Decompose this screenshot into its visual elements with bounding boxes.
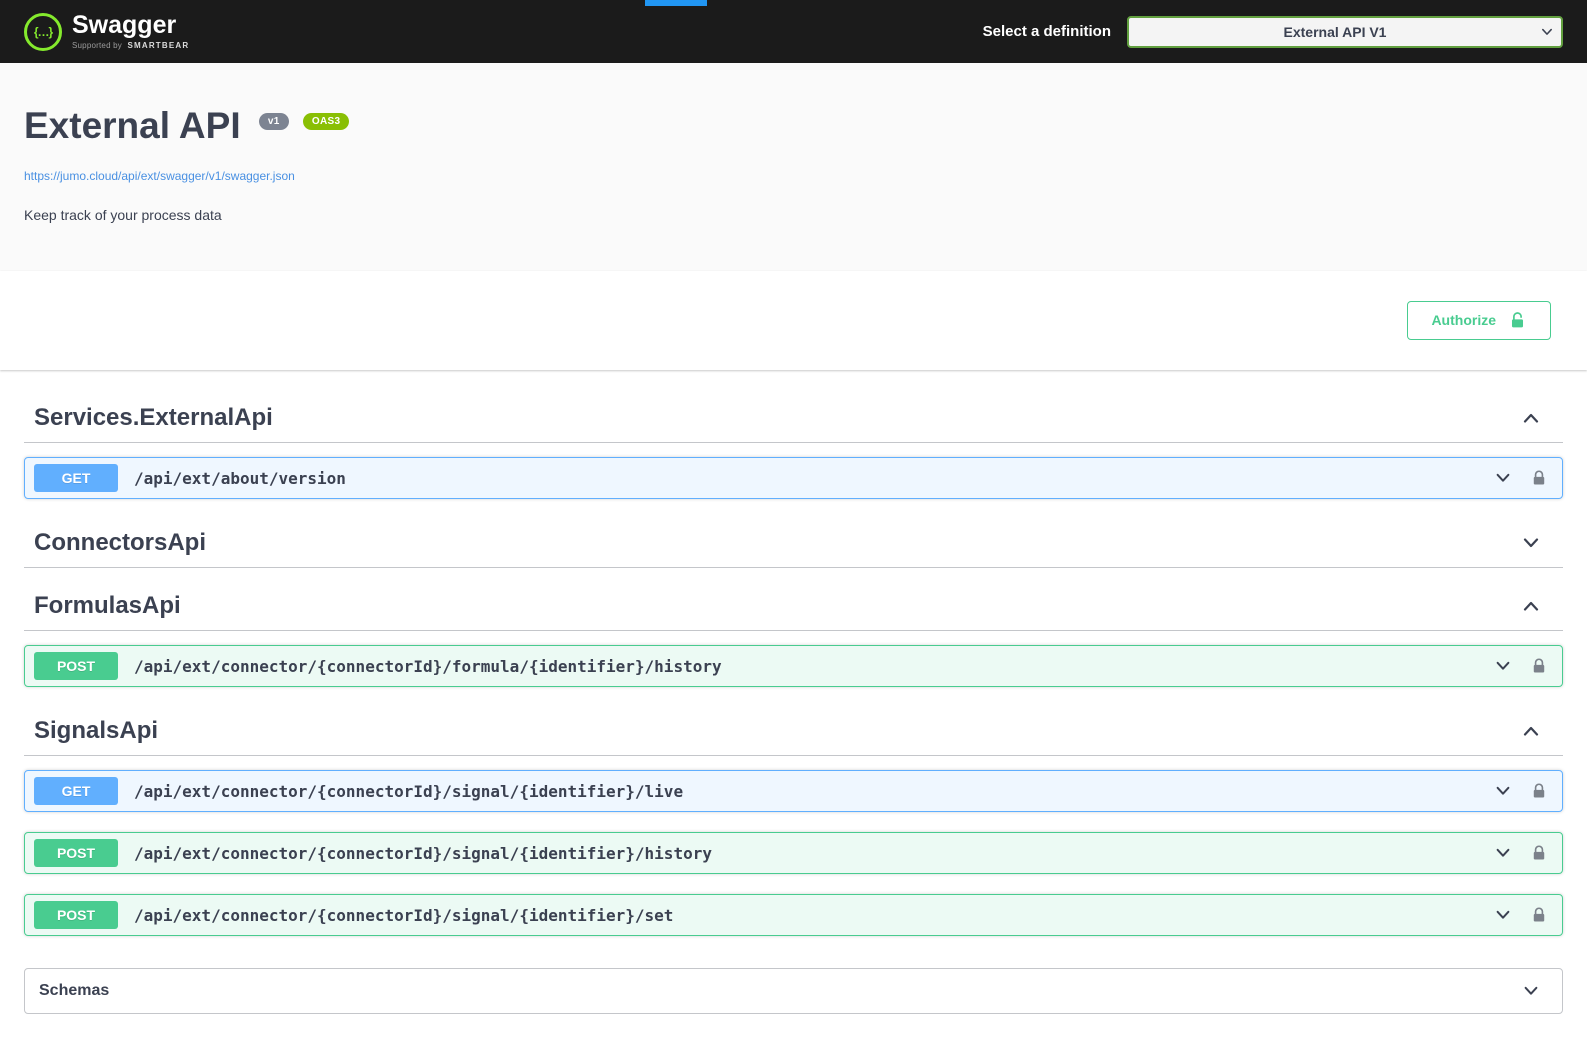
section-title: SignalsApi [34, 717, 158, 745]
chevron-down-icon [1521, 533, 1541, 553]
method-badge: POST [34, 901, 118, 929]
chevron-up-icon [1521, 721, 1541, 741]
swagger-logo-icon: {…} [24, 13, 62, 51]
chevron-down-icon [1522, 982, 1540, 1000]
chevron-down-icon [1494, 906, 1512, 924]
definition-area: Select a definition External API V1 [983, 16, 1563, 48]
tag-section-services-externalapi: Services.ExternalApi GET /api/ext/about/… [24, 394, 1563, 499]
operation-controls [1494, 906, 1548, 924]
auth-wrapper: Authorize [24, 301, 1563, 340]
api-content: Services.ExternalApi GET /api/ext/about/… [0, 370, 1587, 1054]
method-badge: POST [34, 652, 118, 680]
tag-section-connectorsapi: ConnectorsApi [24, 519, 1563, 568]
brand-title: Swagger [72, 13, 189, 38]
scheme-container: Authorize [0, 271, 1587, 370]
operation-row[interactable]: POST /api/ext/connector/{connectorId}/si… [24, 894, 1563, 936]
operation-path: /api/ext/connector/{connectorId}/signal/… [134, 844, 712, 863]
chevron-down-icon [1494, 657, 1512, 675]
oas3-badge: OAS3 [303, 113, 349, 130]
section-title: FormulasApi [34, 592, 181, 620]
operation-row[interactable]: POST /api/ext/connector/{connectorId}/si… [24, 832, 1563, 874]
version-badge: v1 [259, 113, 289, 130]
chevron-down-icon [1494, 782, 1512, 800]
operation-controls [1494, 782, 1548, 800]
chevron-down-icon [1494, 844, 1512, 862]
operation-row[interactable]: POST /api/ext/connector/{connectorId}/fo… [24, 645, 1563, 687]
section-title: ConnectorsApi [34, 529, 206, 557]
operation-controls [1494, 657, 1548, 675]
section-title: Services.ExternalApi [34, 404, 273, 432]
definition-select[interactable]: External API V1 [1127, 16, 1563, 48]
auth-lock-button[interactable] [1530, 906, 1548, 924]
supported-by: Supported by SMARTBEAR [72, 41, 189, 50]
spec-link[interactable]: https://jumo.cloud/api/ext/swagger/v1/sw… [24, 169, 295, 183]
schemas-section[interactable]: Schemas [24, 968, 1563, 1014]
auth-lock-button[interactable] [1530, 844, 1548, 862]
operation-path: /api/ext/connector/{connectorId}/signal/… [134, 906, 673, 925]
supported-by-prefix: Supported by [72, 41, 122, 50]
operation-row[interactable]: GET /api/ext/connector/{connectorId}/sig… [24, 770, 1563, 812]
operation-row[interactable]: GET /api/ext/about/version [24, 457, 1563, 499]
chevron-down-icon [1494, 469, 1512, 487]
section-header-formulasapi[interactable]: FormulasApi [24, 582, 1563, 631]
operation-path: /api/ext/connector/{connectorId}/formula… [134, 657, 722, 676]
unlock-icon [1508, 311, 1527, 330]
method-badge: POST [34, 839, 118, 867]
authorize-button[interactable]: Authorize [1407, 301, 1551, 340]
swagger-logo-link[interactable]: {…} Swagger Supported by SMARTBEAR [24, 13, 189, 51]
info-section: External API v1 OAS3 https://jumo.cloud/… [0, 63, 1587, 271]
auth-lock-button[interactable] [1530, 657, 1548, 675]
operation-path: /api/ext/connector/{connectorId}/signal/… [134, 782, 683, 801]
api-title-text: External API [24, 105, 241, 146]
auth-lock-button[interactable] [1530, 782, 1548, 800]
operation-controls [1494, 844, 1548, 862]
method-badge: GET [34, 464, 118, 492]
authorize-label: Authorize [1431, 311, 1496, 329]
topbar: {…} Swagger Supported by SMARTBEAR Selec… [0, 0, 1587, 63]
page-title: External API v1 OAS3 [24, 105, 1563, 147]
section-header-services-externalapi[interactable]: Services.ExternalApi [24, 394, 1563, 443]
supported-by-brand: SMARTBEAR [127, 41, 189, 50]
tag-section-formulasapi: FormulasApi POST /api/ext/connector/{con… [24, 582, 1563, 687]
definition-label: Select a definition [983, 23, 1111, 40]
method-badge: GET [34, 777, 118, 805]
schemas-title: Schemas [39, 982, 109, 1000]
tag-section-signalsapi: SignalsApi GET /api/ext/connector/{conne… [24, 707, 1563, 936]
top-accent-bar [645, 0, 707, 6]
operation-controls [1494, 469, 1548, 487]
section-header-connectorsapi[interactable]: ConnectorsApi [24, 519, 1563, 568]
brand-text: Swagger Supported by SMARTBEAR [72, 13, 189, 50]
auth-lock-button[interactable] [1530, 469, 1548, 487]
definition-select-wrap: External API V1 [1127, 16, 1563, 48]
chevron-up-icon [1521, 596, 1541, 616]
chevron-up-icon [1521, 408, 1541, 428]
operation-path: /api/ext/about/version [134, 469, 346, 488]
api-description: Keep track of your process data [24, 207, 1563, 223]
section-header-signalsapi[interactable]: SignalsApi [24, 707, 1563, 756]
